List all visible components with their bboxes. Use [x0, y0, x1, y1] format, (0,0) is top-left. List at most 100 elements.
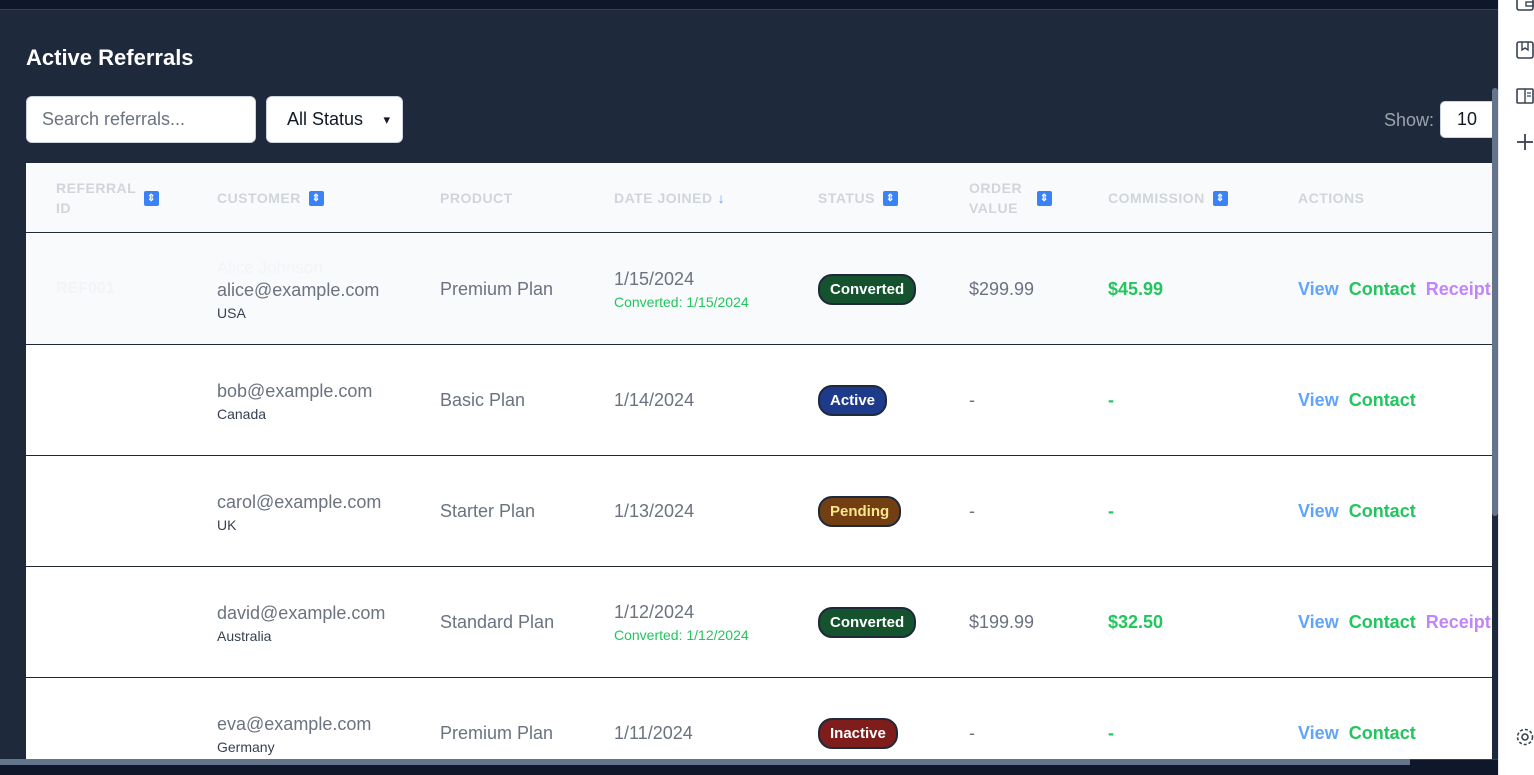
order-value-cell: $299.99 [969, 234, 1034, 344]
receipt-link[interactable]: Receipt [1426, 612, 1491, 633]
customer-country: UK [217, 516, 237, 533]
actions-cell: View Contact Receipt [1298, 567, 1492, 677]
customer-email: alice@example.com [217, 279, 380, 300]
header-product-label: Product [440, 190, 513, 206]
chevron-down-icon: ▾ [383, 111, 390, 127]
status-cell: Pending [818, 456, 902, 566]
header-status[interactable]: Status ⇕ [818, 163, 898, 233]
header-actions-label: Actions [1298, 190, 1365, 206]
sort-icon: ⇕ [1037, 190, 1052, 206]
commission-cell: $32.50 [1108, 567, 1163, 677]
view-link[interactable]: View [1298, 279, 1339, 300]
product-name: Starter Plan [440, 500, 536, 521]
search-input[interactable] [26, 96, 256, 143]
status-cell: Inactive [818, 678, 898, 759]
header-actions: Actions [1298, 163, 1365, 233]
header-date-joined[interactable]: Date Joined ↓ [614, 163, 725, 233]
header-commission[interactable]: Commission ⇕ [1108, 163, 1228, 233]
customer-country: Germany [217, 738, 275, 755]
sort-icon: ⇕ [882, 190, 898, 206]
header-referral-id-label: Referral ID [56, 180, 136, 216]
product-cell: Basic Plan [440, 345, 525, 455]
sort-icon: ⇕ [144, 190, 159, 206]
window-top-bar [0, 0, 1498, 10]
view-link[interactable]: View [1298, 501, 1339, 522]
page-size-value: 10 [1457, 109, 1478, 129]
order-value-cell: - [969, 456, 975, 566]
actions-cell: View Contact [1298, 345, 1426, 455]
bookmark-icon[interactable] [1515, 40, 1534, 60]
header-referral-id[interactable]: Referral ID ⇕ [56, 163, 186, 233]
date-cell: 1/15/2024 Converted: 1/15/2024 [614, 234, 749, 344]
contact-link[interactable]: Contact [1349, 723, 1416, 744]
commission-value: - [1108, 500, 1114, 521]
date-joined: 1/13/2024 [614, 500, 695, 521]
product-cell: Standard Plan [440, 567, 554, 677]
referrals-panel: Active Referrals All Status ▾ Show: 10 R… [0, 11, 1492, 759]
wallet-icon[interactable] [1515, 0, 1534, 14]
commission-cell: - [1108, 345, 1114, 455]
date-joined: 1/11/2024 [614, 722, 693, 743]
horizontal-scrollbar-thumb[interactable] [0, 759, 1410, 765]
product-name: Standard Plan [440, 611, 555, 632]
ref-id: REF001 [56, 280, 115, 297]
commission-value: - [1108, 722, 1114, 743]
header-order-value-label: Order Value [969, 180, 1023, 216]
page-size-select[interactable]: 10 [1440, 101, 1492, 138]
view-link[interactable]: View [1298, 723, 1339, 744]
converted-date: Converted: 1/15/2024 [614, 293, 749, 310]
product-name: Premium Plan [440, 722, 554, 743]
date-joined: 1/15/2024 [614, 268, 695, 289]
contact-link[interactable]: Contact [1349, 279, 1416, 300]
order-value-cell: - [969, 345, 975, 455]
order-value-cell: - [969, 678, 975, 759]
contact-link[interactable]: Contact [1349, 390, 1416, 411]
order-value: $199.99 [969, 611, 1035, 632]
show-label: Show: [1384, 110, 1435, 130]
customer-name: Alice Johnson [217, 257, 323, 277]
date-joined: 1/12/2024 [614, 601, 695, 622]
actions-cell: View Contact Receipt [1298, 234, 1492, 344]
table-row: carol@example.com UK Starter Plan 1/13/2… [26, 456, 1492, 567]
customer-cell: bob@example.com Canada [217, 345, 372, 455]
ref-id-cell: REF001 [56, 234, 115, 344]
customer-country: Australia [217, 627, 272, 644]
order-value: $299.99 [969, 278, 1035, 299]
actions-cell: View Contact [1298, 678, 1426, 759]
header-order-value[interactable]: Order Value ⇕ [969, 163, 1052, 233]
date-cell: 1/11/2024 [614, 678, 693, 759]
status-cell: Converted [818, 234, 917, 344]
settings-icon[interactable] [1515, 727, 1534, 747]
header-customer-label: Customer [217, 190, 301, 206]
page-title: Active Referrals [26, 45, 194, 70]
date-cell: 1/13/2024 [614, 456, 694, 566]
table-header: Referral ID ⇕ Customer ⇕ Product Date Jo… [26, 163, 1492, 233]
receipt-link[interactable]: Receipt [1426, 279, 1491, 300]
contact-link[interactable]: Contact [1349, 612, 1416, 633]
status-badge: Converted [818, 273, 917, 305]
table-row: eva@example.com Germany Premium Plan 1/1… [26, 678, 1492, 759]
table-row: david@example.com Australia Standard Pla… [26, 567, 1492, 678]
customer-cell: carol@example.com UK [217, 456, 381, 566]
header-date-joined-label: Date Joined [614, 190, 713, 206]
commission-value: $32.50 [1108, 611, 1164, 632]
status-badge: Inactive [818, 717, 898, 749]
commission-cell: - [1108, 456, 1114, 566]
date-joined: 1/14/2024 [614, 389, 695, 410]
view-link[interactable]: View [1298, 612, 1339, 633]
header-commission-label: Commission [1108, 190, 1205, 206]
status-filter-select[interactable]: All Status ▾ [266, 96, 403, 143]
date-cell: 1/12/2024 Converted: 1/12/2024 [614, 567, 749, 677]
customer-email: carol@example.com [217, 491, 382, 512]
contact-link[interactable]: Contact [1349, 501, 1416, 522]
order-value: - [969, 722, 975, 743]
view-link[interactable]: View [1298, 390, 1339, 411]
status-cell: Active [818, 345, 888, 455]
add-icon[interactable] [1515, 132, 1534, 152]
product-name: Basic Plan [440, 389, 526, 410]
reading-list-icon[interactable] [1515, 86, 1534, 106]
header-status-label: Status [818, 190, 875, 206]
header-customer[interactable]: Customer ⇕ [217, 163, 324, 233]
product-cell: Premium Plan [440, 678, 553, 759]
product-cell: Premium Plan [440, 234, 553, 344]
